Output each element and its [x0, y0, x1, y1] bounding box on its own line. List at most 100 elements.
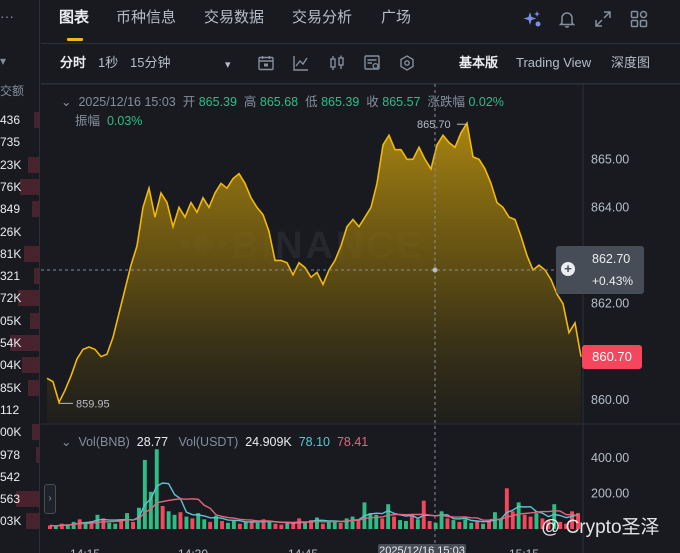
volume-bar [404, 521, 408, 529]
view-trading-view[interactable]: Trading View [516, 55, 591, 71]
volume-bar [427, 521, 432, 529]
order-book-row[interactable]: 436 [0, 111, 39, 129]
volume-info: ⌄ Vol(BNB) 28.77 Vol(USDT) 24.909K 78.10… [61, 434, 368, 449]
top-navigation: 图表 币种信息 交易数据 交易分析 广场 [41, 0, 680, 44]
volume-bar [368, 513, 373, 529]
volume-bar [475, 521, 480, 529]
order-book-row-value: 04K [0, 358, 22, 373]
layout-grid-icon[interactable] [629, 9, 649, 29]
volume-bar [125, 513, 129, 529]
order-book-row[interactable]: 849 [0, 200, 39, 218]
price-tick-label: 864.00 [591, 200, 629, 214]
vol-bnb-label: Vol(BNB) [78, 435, 130, 449]
volume-bar [481, 523, 485, 529]
order-book-dropdown-icon[interactable]: ▾ [0, 54, 6, 68]
order-book-row-value: 112 [0, 402, 20, 417]
order-book-row[interactable]: 04K [0, 356, 39, 374]
tab-coin-info[interactable]: 币种信息 [116, 8, 176, 30]
interval-1s[interactable]: 1秒 [98, 55, 118, 71]
order-book-row[interactable]: 542 [0, 468, 39, 486]
tab-chart[interactable]: 图表 [59, 8, 89, 30]
order-book-row-value: 735 [0, 135, 21, 150]
order-book-row[interactable]: 735 [0, 133, 39, 151]
time-tick-label: 14:30 [178, 547, 208, 553]
sidebar-collapse-button[interactable]: › [44, 484, 56, 514]
order-book-row[interactable]: 76K [0, 178, 39, 196]
tab-square[interactable]: 广场 [381, 8, 411, 30]
author-watermark: @ Crypto圣泽 [541, 517, 660, 538]
volume-bar [409, 514, 414, 529]
tab-trading-analysis[interactable]: 交易分析 [292, 8, 352, 30]
volume-bar [172, 514, 177, 529]
share-icon[interactable] [398, 54, 416, 72]
sparkle-icon[interactable] [522, 9, 542, 29]
interval-15m[interactable]: 15分钟 [130, 55, 170, 71]
volume-bar [415, 519, 420, 529]
order-book-row-value: 321 [0, 269, 21, 284]
volume-bar [522, 514, 527, 529]
order-book-row[interactable]: 978 [0, 446, 39, 464]
volume-bar [445, 518, 450, 529]
price-tick-label: 860.00 [591, 393, 629, 407]
volume-collapse-icon[interactable]: ⌄ [61, 435, 71, 449]
ohlc-collapse-icon[interactable]: ⌄ [61, 95, 71, 109]
volume-bar [350, 516, 355, 529]
view-depth[interactable]: 深度图 [611, 55, 650, 71]
order-book-row-value: 849 [0, 202, 21, 217]
order-book-row[interactable]: 26K [0, 223, 39, 241]
order-book-depth-bar [20, 178, 39, 195]
volume-bar [202, 519, 207, 529]
settings-icon[interactable] [363, 54, 381, 72]
order-book-more-icon[interactable]: ··· [0, 8, 14, 24]
add-alert-plus-icon[interactable]: + [561, 262, 575, 276]
order-book-row[interactable]: 81K [0, 245, 39, 263]
order-book-row-value: 26K [0, 224, 22, 239]
order-book-row[interactable]: 321 [0, 267, 39, 285]
volume-bar [267, 521, 272, 529]
volume-bar [190, 518, 195, 529]
interval-dropdown-icon[interactable]: ▾ [225, 57, 231, 73]
open-label: 开 [182, 95, 196, 109]
volume-bar [398, 520, 402, 529]
low-value: 865.39 [321, 95, 360, 109]
volume-bar [392, 516, 396, 529]
indicator-icon[interactable] [292, 54, 310, 72]
order-book-row-value: 563 [0, 492, 21, 507]
close-value: 865.57 [382, 95, 421, 109]
candlestick-icon[interactable] [328, 54, 346, 72]
interval-timeline[interactable]: 分时 [60, 55, 86, 71]
bell-icon[interactable] [557, 9, 577, 29]
calendar-icon[interactable] [257, 54, 275, 72]
price-chart-svg[interactable]: BINANCE 865.00864.00863.00862.00861.0086… [41, 84, 680, 553]
order-book-row[interactable]: 03K [0, 512, 39, 530]
order-book-row[interactable]: 23K [0, 156, 39, 174]
price-area [47, 123, 581, 424]
order-book-row[interactable]: 54K [0, 334, 39, 352]
view-basic[interactable]: 基本版 [459, 55, 498, 71]
expand-icon[interactable] [593, 9, 613, 29]
order-book-row[interactable]: 72K [0, 289, 39, 307]
volume-bar [380, 518, 385, 529]
volume-bar [226, 522, 230, 529]
price-tick-label: 865.00 [591, 152, 629, 166]
order-book-row-value: 436 [0, 113, 21, 127]
volume-bar [131, 521, 135, 529]
tab-trading-data[interactable]: 交易数据 [204, 8, 264, 30]
chart-area[interactable]: BINANCE 865.00864.00863.00862.00861.0086… [41, 84, 680, 553]
vol-usdt-label: Vol(USDT) [178, 435, 239, 449]
order-book-row[interactable]: 05K [0, 312, 39, 330]
order-book-depth-bar [36, 446, 39, 463]
time-axis: 14:15 14:30 14:45 15:15 [70, 547, 539, 553]
order-book-row[interactable]: 563 [0, 490, 39, 508]
vol-ma-fast-value: 78.10 [298, 435, 330, 449]
order-book-row[interactable]: 112 [0, 401, 39, 419]
order-book-row[interactable]: 85K [0, 379, 39, 397]
low-label: 低 [305, 95, 318, 109]
high-value: 865.68 [259, 95, 299, 109]
order-book-row[interactable]: 00K [0, 423, 39, 441]
crosshair-price-label[interactable]: + 862.70 +0.43% [556, 246, 644, 294]
order-book-depth-bar [22, 357, 39, 374]
order-book-depth-bar [34, 268, 39, 285]
volume-bar [220, 521, 224, 529]
volume-bar [243, 521, 248, 529]
